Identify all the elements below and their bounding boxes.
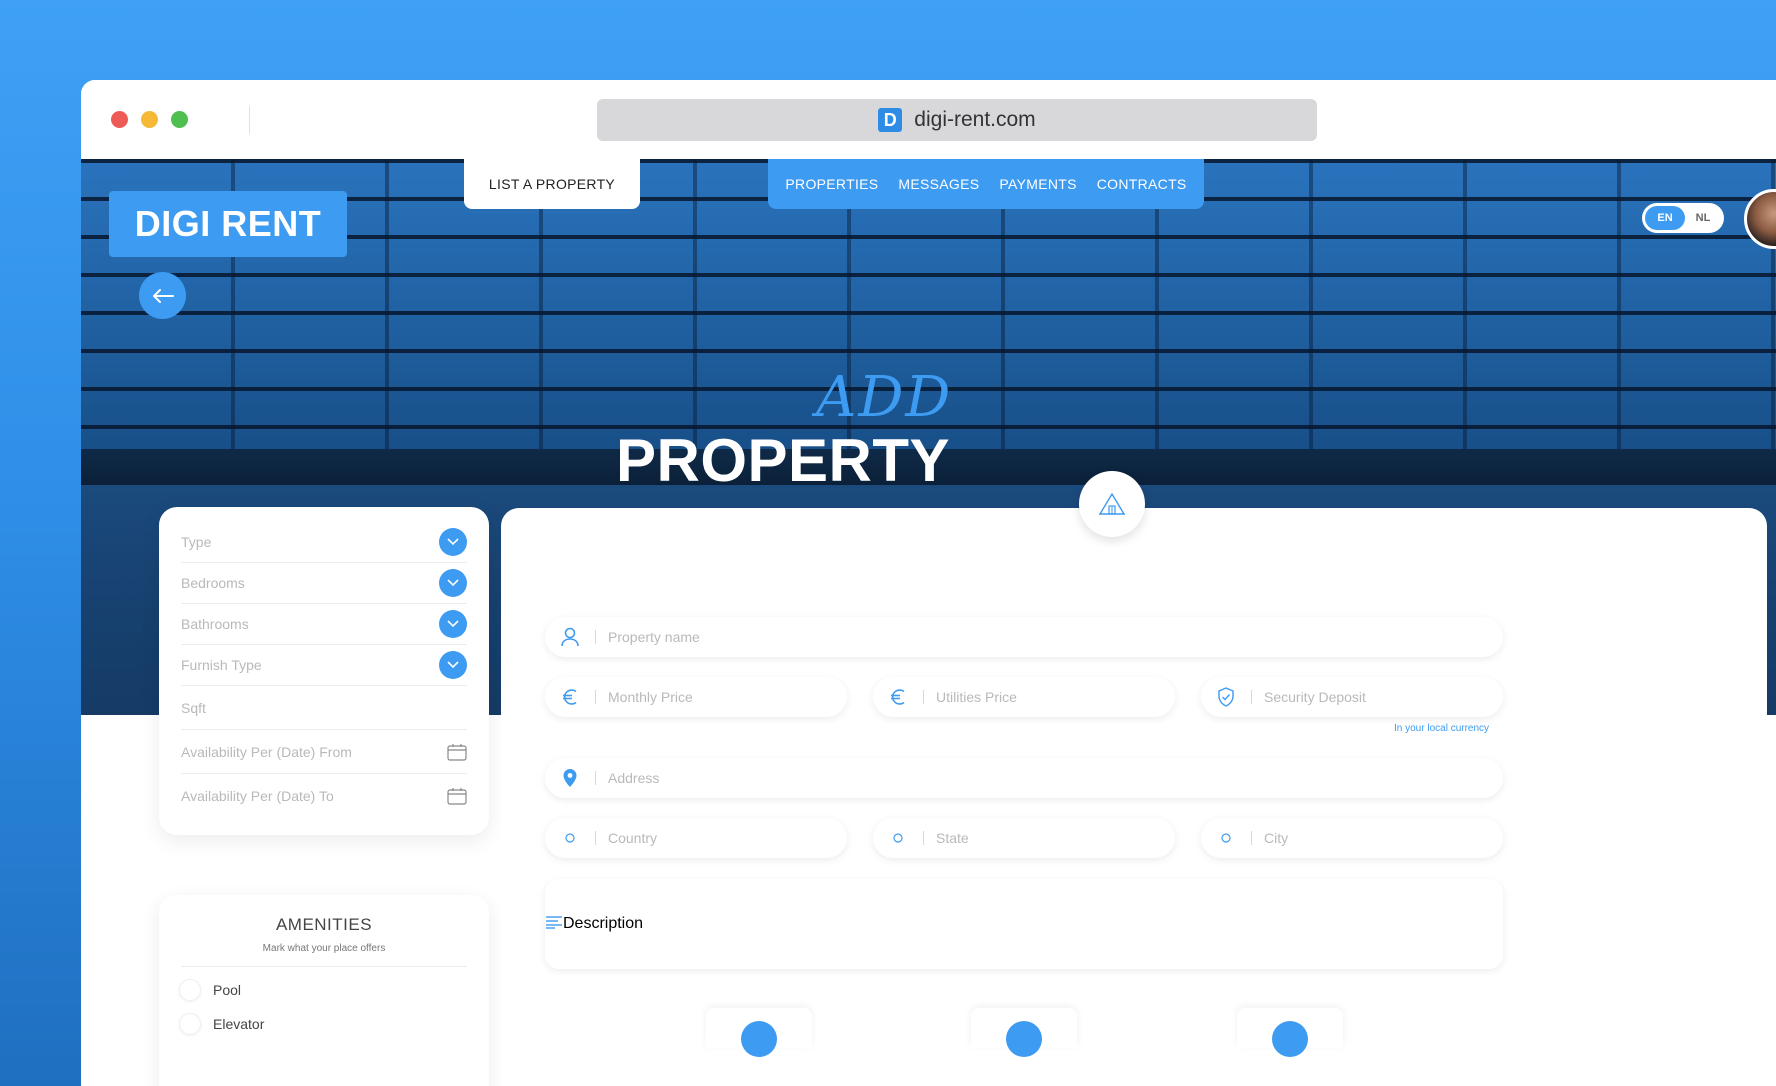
hero-title-script: ADD xyxy=(816,365,953,430)
monthly-price-placeholder: Monthly Price xyxy=(608,689,693,705)
upload-slot-1[interactable] xyxy=(706,1008,812,1057)
pool-radio[interactable] xyxy=(179,979,201,1001)
currency-hint: In your local currency xyxy=(1394,723,1490,734)
type-label: Type xyxy=(181,534,212,550)
calendar-icon[interactable] xyxy=(447,743,467,761)
bedrooms-select[interactable]: Bedrooms xyxy=(181,563,467,604)
city-placeholder: City xyxy=(1264,830,1289,846)
field-separator xyxy=(923,690,924,704)
add-photo-button[interactable] xyxy=(1272,1021,1308,1057)
main-nav: PROPERTIES MESSAGES PAYMENTS CONTRACTS xyxy=(768,159,1204,209)
bathrooms-label: Bathrooms xyxy=(181,616,249,632)
amenities-card: AMENITIES Mark what your place offers Po… xyxy=(159,895,489,1086)
circle-icon xyxy=(1201,832,1251,844)
availability-from-input[interactable]: Availability Per (Date) From xyxy=(181,730,467,774)
state-placeholder: State xyxy=(936,830,969,846)
upload-slot-3[interactable] xyxy=(1237,1008,1343,1057)
country-field[interactable]: Country xyxy=(545,818,847,858)
circle-icon xyxy=(545,832,595,844)
page-title: PROPERTY xyxy=(616,427,951,494)
upload-slot-2[interactable] xyxy=(971,1008,1077,1057)
availability-to-input[interactable]: Availability Per (Date) To xyxy=(181,774,467,818)
chevron-down-icon[interactable] xyxy=(439,569,467,597)
utilities-price-field[interactable]: Utilities Price xyxy=(873,677,1175,717)
add-photo-button[interactable] xyxy=(1006,1021,1042,1057)
amenity-pool[interactable]: Pool xyxy=(179,979,489,1001)
browser-titlebar: D digi-rent.com xyxy=(81,80,1776,159)
utilities-price-placeholder: Utilities Price xyxy=(936,689,1017,705)
location-pin-icon xyxy=(545,768,595,788)
list-property-tab[interactable]: LIST A PROPERTY xyxy=(464,159,640,209)
amenities-divider xyxy=(181,966,467,967)
field-separator xyxy=(595,630,596,644)
lang-en-option[interactable]: EN xyxy=(1645,206,1685,230)
nav-payments[interactable]: PAYMENTS xyxy=(999,176,1076,192)
lang-nl-option[interactable]: NL xyxy=(1685,206,1721,230)
field-separator xyxy=(923,831,924,845)
furnish-type-select[interactable]: Furnish Type xyxy=(181,645,467,686)
chevron-down-icon[interactable] xyxy=(439,610,467,638)
circle-icon xyxy=(873,832,923,844)
property-details-card: Type Bedrooms Bathrooms Furnish Type Sqf… xyxy=(159,507,489,835)
nav-messages[interactable]: MESSAGES xyxy=(898,176,979,192)
amenity-elevator[interactable]: Elevator xyxy=(179,1013,489,1035)
titlebar-divider xyxy=(249,106,250,134)
furnish-label: Furnish Type xyxy=(181,657,262,673)
field-separator xyxy=(595,771,596,785)
euro-icon xyxy=(873,688,923,706)
amenity-label: Pool xyxy=(213,982,242,998)
maximize-window-button[interactable] xyxy=(171,111,188,128)
shield-icon xyxy=(1201,687,1251,707)
bedrooms-label: Bedrooms xyxy=(181,575,245,591)
back-button[interactable] xyxy=(139,272,186,319)
security-deposit-field[interactable]: Security Deposit xyxy=(1201,677,1503,717)
address-field[interactable]: Address xyxy=(545,758,1503,798)
property-name-placeholder: Property name xyxy=(608,629,700,645)
sqft-input[interactable]: Sqft xyxy=(181,686,467,730)
country-placeholder: Country xyxy=(608,830,658,846)
state-field[interactable]: State xyxy=(873,818,1175,858)
property-name-field[interactable]: Property name xyxy=(545,617,1503,657)
amenity-label: Elevator xyxy=(213,1016,265,1032)
monthly-price-field[interactable]: Monthly Price xyxy=(545,677,847,717)
chevron-down-icon[interactable] xyxy=(439,528,467,556)
field-separator xyxy=(1251,831,1252,845)
address-placeholder: Address xyxy=(608,770,660,786)
field-separator xyxy=(595,831,596,845)
nav-contracts[interactable]: CONTRACTS xyxy=(1097,176,1187,192)
brand-logo[interactable]: DIGI RENT xyxy=(109,191,347,257)
nav-properties[interactable]: PROPERTIES xyxy=(785,176,878,192)
browser-window: D digi-rent.com DIGI RENT LIST A PROPERT… xyxy=(81,80,1776,1086)
sqft-label: Sqft xyxy=(181,699,206,716)
availability-to-label: Availability Per (Date) To xyxy=(181,788,334,804)
language-toggle[interactable]: EN NL xyxy=(1642,203,1724,233)
add-photo-button[interactable] xyxy=(741,1021,777,1057)
add-property-form: Property name Monthly Price Utilities Pr… xyxy=(501,508,1767,1086)
house-badge xyxy=(1079,471,1145,537)
favicon-icon: D xyxy=(878,108,903,132)
description-field[interactable]: Description xyxy=(545,879,1503,969)
arrow-left-icon xyxy=(152,288,174,303)
chevron-down-icon[interactable] xyxy=(439,651,467,679)
minimize-window-button[interactable] xyxy=(141,111,158,128)
url-text: digi-rent.com xyxy=(914,108,1036,131)
description-placeholder: Description xyxy=(563,915,644,932)
amenities-title: AMENITIES xyxy=(275,915,373,934)
field-separator xyxy=(595,690,596,704)
elevator-radio[interactable] xyxy=(179,1013,201,1035)
house-icon xyxy=(1099,492,1125,515)
user-icon xyxy=(545,627,595,647)
amenities-subtitle: Mark what your place offers xyxy=(262,943,386,954)
close-window-button[interactable] xyxy=(111,111,128,128)
bathrooms-select[interactable]: Bathrooms xyxy=(181,604,467,645)
security-deposit-placeholder: Security Deposit xyxy=(1264,689,1366,705)
text-lines-icon xyxy=(545,915,563,934)
calendar-icon[interactable] xyxy=(447,787,467,805)
type-select[interactable]: Type xyxy=(181,522,467,563)
city-field[interactable]: City xyxy=(1201,818,1503,858)
address-bar[interactable]: D digi-rent.com xyxy=(597,99,1317,141)
euro-icon xyxy=(545,688,595,706)
field-separator xyxy=(1251,690,1252,704)
availability-from-label: Availability Per (Date) From xyxy=(181,743,352,760)
